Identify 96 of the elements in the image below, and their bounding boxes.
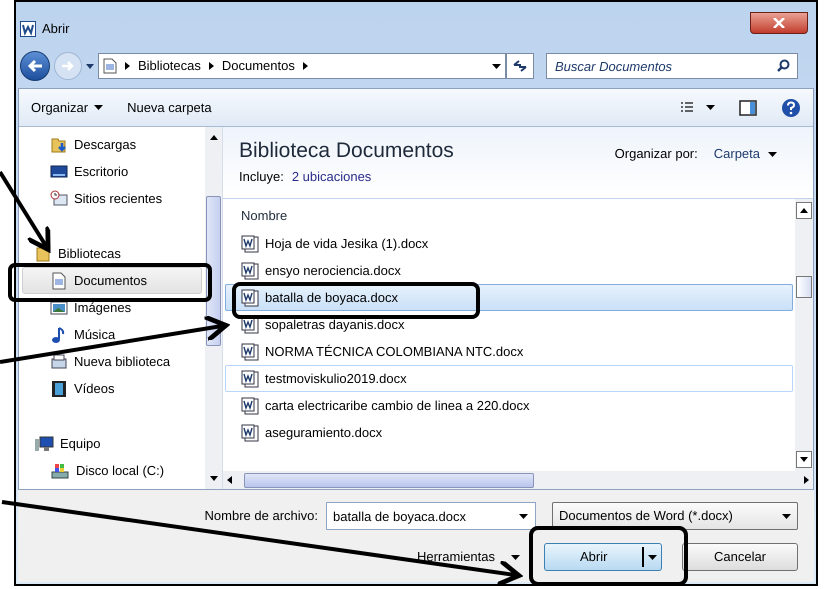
nav-item[interactable]: Música	[22, 321, 202, 348]
library-title: Biblioteca Documentos	[239, 139, 454, 163]
document-icon	[103, 58, 117, 74]
tools-menu-button[interactable]: Herramientas	[416, 542, 520, 572]
file-name: ensyo nerociencia.docx	[265, 262, 401, 280]
monitor-icon	[50, 162, 68, 180]
nav-scrollbar[interactable]	[205, 127, 222, 489]
dropdown-caret-icon	[511, 554, 520, 560]
file-row[interactable]: ensyo nerociencia.docx	[225, 257, 793, 284]
nav-item[interactable]: Disco local (C:)	[22, 457, 202, 484]
scroll-right-arrow-icon[interactable]	[804, 476, 809, 484]
preview-pane-icon[interactable]	[739, 100, 757, 116]
dropdown-caret-icon	[648, 554, 657, 560]
nav-item[interactable]: Sitios recientes	[22, 185, 202, 212]
file-row[interactable]: Hoja de vida Jesika (1).docx	[225, 230, 793, 257]
nav-item[interactable]: Descargas	[22, 131, 202, 158]
view-options-icon[interactable]	[680, 102, 694, 114]
dropdown-caret-icon	[768, 152, 777, 156]
file-name: batalla de boyaca.docx	[265, 288, 398, 307]
scroll-down-arrow-icon[interactable]	[800, 457, 808, 462]
breadcrumb-arrow-icon	[302, 62, 308, 70]
file-name: testmoviskulio2019.docx	[265, 370, 407, 388]
help-icon[interactable]	[781, 98, 801, 118]
dropdown-caret-icon	[86, 64, 94, 68]
dropdown-caret-icon	[782, 514, 791, 518]
word-document-icon	[241, 234, 259, 252]
dropdown-caret-icon	[94, 105, 104, 110]
dropdown-caret-icon[interactable]	[519, 514, 528, 519]
clock-window-icon	[50, 190, 68, 208]
search-icon	[777, 59, 790, 72]
breadcrumb-arrow-icon	[208, 62, 214, 70]
close-button[interactable]	[750, 12, 808, 34]
back-button[interactable]	[20, 51, 50, 81]
file-row[interactable]: testmoviskulio2019.docx	[225, 365, 793, 392]
window-title: Abrir	[42, 20, 70, 38]
file-row[interactable]: batalla de boyaca.docx	[225, 284, 793, 311]
search-field[interactable]: Buscar Documentos	[546, 53, 798, 79]
forward-arrow-icon	[61, 60, 75, 72]
horizontal-scrollbar[interactable]	[223, 471, 813, 489]
nav-item[interactable]: Documentos	[22, 267, 202, 294]
nav-group-header[interactable]: Bibliotecas	[22, 240, 202, 267]
includes-label: Incluye:	[239, 168, 284, 186]
word-app-icon	[20, 21, 36, 37]
hard-drive-icon	[50, 462, 70, 480]
file-row[interactable]: NORMA TÉCNICA COLOMBIANA NTC.docx	[225, 338, 793, 365]
arrange-label: Organizar por:	[614, 145, 698, 164]
nav-item[interactable]: Nueva biblioteca	[22, 348, 202, 375]
word-document-icon	[241, 396, 259, 414]
locations-link[interactable]: 2 ubicaciones	[292, 167, 372, 186]
file-name: aseguramiento.docx	[265, 424, 382, 442]
scroll-up-arrow-icon[interactable]	[800, 208, 808, 213]
back-arrow-icon	[27, 59, 43, 73]
scroll-up-arrow-icon[interactable]	[210, 135, 218, 140]
nav-item[interactable]: Imágenes	[22, 294, 202, 321]
organize-menu-button[interactable]: Organizar	[31, 98, 104, 118]
breadcrumb-item[interactable]: Documentos	[222, 56, 295, 76]
file-name: carta electricaribe cambio de linea a 220.docx	[265, 396, 530, 415]
nav-group-header[interactable]: Equipo	[22, 430, 202, 457]
file-name: NORMA TÉCNICA COLOMBIANA NTC.docx	[265, 342, 524, 361]
filename-field[interactable]: batalla de boyaca.docx	[326, 502, 536, 530]
file-type-dropdown[interactable]: Documentos de Word (*.docx)	[552, 502, 798, 530]
file-row[interactable]: aseguramiento.docx	[225, 419, 793, 446]
word-document-icon	[241, 342, 259, 360]
word-document-icon	[241, 288, 259, 306]
file-row[interactable]: carta electricaribe cambio de linea a 220.docx	[225, 392, 793, 419]
scroll-thumb[interactable]	[796, 276, 812, 298]
refresh-arrows-icon	[512, 60, 528, 72]
new-folder-button[interactable]: Nueva carpeta	[127, 98, 212, 118]
refresh-button[interactable]	[506, 53, 534, 79]
close-icon	[773, 18, 785, 28]
file-list-scrollbar[interactable]	[795, 199, 813, 471]
file-name: Hoja de vida Jesika (1).docx	[265, 234, 428, 253]
scroll-left-arrow-icon[interactable]	[227, 476, 232, 484]
printer-icon	[50, 352, 68, 370]
filename-label: Nombre de archivo:	[204, 507, 318, 526]
breadcrumb-arrow-icon	[125, 62, 130, 70]
computer-icon	[34, 434, 54, 452]
dropdown-caret-icon[interactable]	[706, 105, 715, 110]
download-folder-icon	[50, 136, 68, 154]
file-name: sopaletras dayanis.docx	[265, 316, 404, 334]
nav-item[interactable]: Vídeos	[22, 375, 202, 402]
arrange-dropdown[interactable]: Carpeta	[714, 144, 777, 164]
word-document-icon	[241, 262, 259, 280]
dropdown-caret-icon[interactable]	[492, 64, 501, 68]
document-icon	[50, 272, 68, 290]
open-button[interactable]: Abrir	[544, 543, 662, 571]
nav-item[interactable]: Escritorio	[22, 158, 202, 185]
address-bar[interactable]: Bibliotecas Documentos	[98, 53, 506, 79]
word-document-icon	[241, 370, 259, 388]
cancel-button[interactable]: Cancelar	[682, 543, 798, 571]
file-row[interactable]: sopaletras dayanis.docx	[225, 311, 793, 338]
scroll-thumb[interactable]	[244, 472, 534, 488]
column-header[interactable]: Nombre	[225, 202, 793, 230]
scroll-down-arrow-icon[interactable]	[210, 476, 218, 481]
word-document-icon	[241, 424, 259, 442]
breadcrumb-item[interactable]: Bibliotecas	[138, 56, 201, 76]
